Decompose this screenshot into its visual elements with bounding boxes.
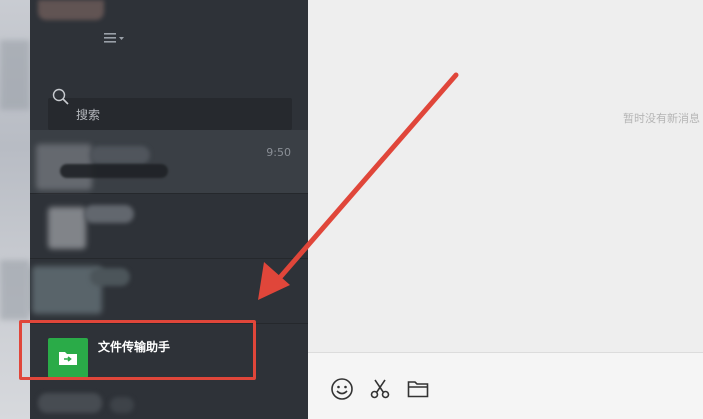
contact-name-blurred: [38, 393, 102, 413]
blur-shape: [0, 260, 30, 320]
search-placeholder: 搜索: [76, 108, 101, 122]
search-input[interactable]: 搜索: [48, 98, 292, 130]
contact-name-blurred: [84, 205, 134, 223]
sidebar-header: 搜索: [30, 0, 308, 130]
menu-icon[interactable]: [102, 28, 128, 46]
chat-list-item[interactable]: 9:50: [30, 130, 308, 194]
scissors-icon[interactable]: [368, 377, 392, 401]
blur-shape: [0, 40, 30, 110]
emoji-icon[interactable]: [330, 377, 354, 401]
contact-name-blurred: [110, 397, 134, 413]
chat-list-item[interactable]: [30, 195, 308, 259]
message-preview-blurred: [60, 164, 168, 178]
avatar[interactable]: [38, 0, 104, 20]
chat-list-item[interactable]: [30, 260, 308, 324]
contact-name-blurred: [90, 146, 150, 164]
contact-name-blurred: [90, 268, 130, 286]
highlight-box: [19, 320, 256, 380]
chat-panel: 暂时没有新消息: [308, 0, 703, 419]
empty-message-text: 暂时没有新消息: [623, 112, 700, 125]
search-icon: [52, 88, 69, 105]
avatar: [48, 207, 86, 249]
compose-toolbar: [308, 353, 703, 419]
chat-list-item[interactable]: [30, 385, 308, 419]
chat-time: 9:50: [266, 146, 291, 159]
folder-icon[interactable]: [406, 377, 430, 401]
